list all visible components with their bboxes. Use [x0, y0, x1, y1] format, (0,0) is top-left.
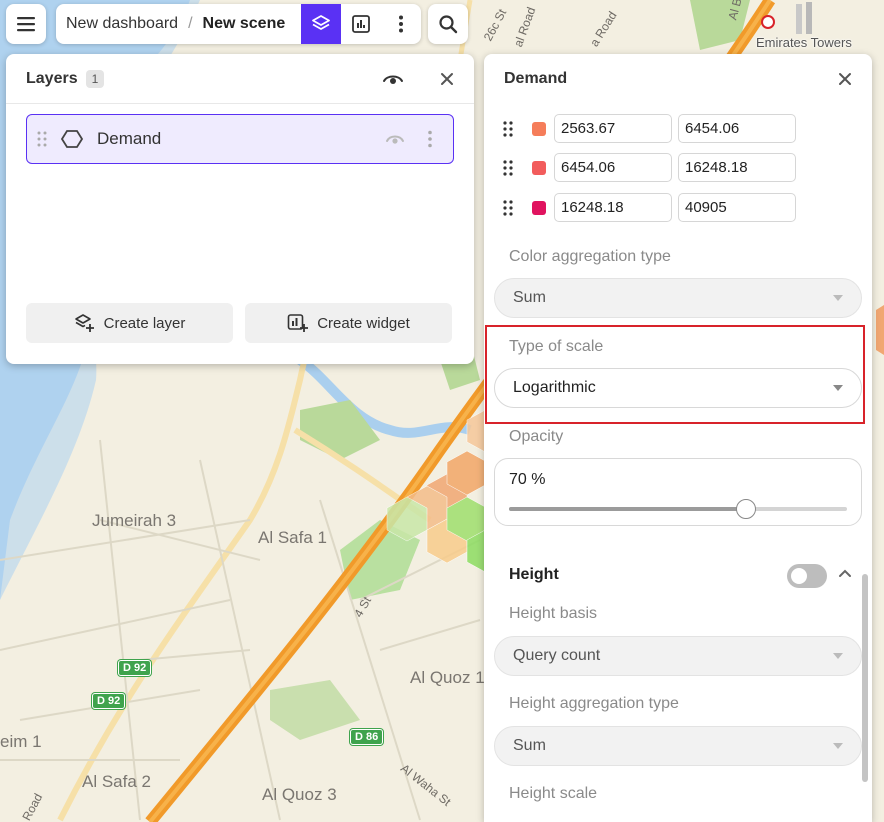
- hamburger-icon: [17, 16, 35, 32]
- search-button[interactable]: [428, 4, 468, 44]
- range-to-input[interactable]: 40905: [678, 193, 796, 222]
- eye-icon[interactable]: [382, 72, 404, 86]
- range-from-input[interactable]: 2563.67: [554, 114, 672, 143]
- height-basis-label: Height basis: [509, 605, 597, 623]
- close-icon[interactable]: [440, 72, 454, 86]
- chevron-down-icon: [833, 743, 843, 749]
- color-aggregation-select[interactable]: Sum: [494, 278, 862, 318]
- map-label-jumeirah3: Jumeirah 3: [92, 511, 176, 531]
- create-layer-button[interactable]: Create layer: [26, 303, 233, 343]
- breadcrumb: New dashboard / New scene: [56, 4, 421, 44]
- breadcrumb-dashboard[interactable]: New dashboard: [56, 15, 186, 33]
- scale-type-select[interactable]: Logarithmic: [494, 368, 862, 408]
- opacity-slider-fill: [509, 507, 746, 511]
- create-widget-label: Create widget: [317, 315, 410, 332]
- map-label-alquoz1: Al Quoz 1: [410, 668, 485, 688]
- opacity-slider-track[interactable]: [509, 507, 847, 511]
- color-swatch[interactable]: [532, 201, 546, 215]
- main-menu-button[interactable]: [6, 4, 46, 44]
- map-label-alquoz3: Al Quoz 3: [262, 785, 337, 805]
- layers-actions: Create layer Create widget: [26, 303, 452, 343]
- layers-toggle-button[interactable]: [301, 4, 341, 44]
- map-label-emirates-towers: Emirates Towers: [756, 35, 852, 50]
- eye-icon[interactable]: [385, 133, 405, 145]
- layers-panel-header: Layers 1: [6, 54, 474, 104]
- height-toggle[interactable]: [787, 564, 827, 588]
- create-layer-label: Create layer: [104, 315, 186, 332]
- breadcrumb-separator: /: [186, 15, 194, 33]
- add-layer-icon: [74, 313, 96, 333]
- color-range-row: 6454.06 16248.18: [500, 153, 802, 182]
- road-shield-d92: D 92: [92, 693, 125, 709]
- scale-type-value: Logarithmic: [513, 379, 596, 397]
- opacity-value[interactable]: 70 %: [509, 471, 545, 489]
- add-widget-icon: [287, 313, 309, 333]
- color-aggregation-value: Sum: [513, 289, 546, 307]
- layer-item-name: Demand: [97, 129, 161, 149]
- drag-handle-icon[interactable]: [500, 121, 516, 137]
- range-from-input[interactable]: 16248.18: [554, 193, 672, 222]
- color-swatch[interactable]: [532, 122, 546, 136]
- map-label-alsafa1: Al Safa 1: [258, 528, 327, 548]
- chart-icon: [351, 14, 371, 34]
- layers-panel-title: Layers: [26, 70, 78, 88]
- settings-scrollbar[interactable]: [862, 574, 868, 782]
- layers-icon: [311, 14, 331, 34]
- height-basis-value: Query count: [513, 647, 600, 665]
- widgets-toggle-button[interactable]: [341, 4, 381, 44]
- settings-panel-header: Demand: [484, 54, 872, 104]
- chevron-down-icon: [833, 295, 843, 301]
- height-scale-label: Height scale: [509, 785, 597, 803]
- range-to-input[interactable]: 16248.18: [678, 153, 796, 182]
- height-aggregation-value: Sum: [513, 737, 546, 755]
- chevron-down-icon: [833, 653, 843, 659]
- range-from-input[interactable]: 6454.06: [554, 153, 672, 182]
- color-range-row: 2563.67 6454.06: [500, 114, 802, 143]
- more-menu-button[interactable]: [381, 4, 421, 44]
- opacity-slider-handle[interactable]: [736, 499, 756, 519]
- road-shield-d86: D 86: [350, 729, 383, 745]
- chevron-down-icon: [833, 385, 843, 391]
- settings-panel-title: Demand: [504, 70, 567, 88]
- search-icon: [438, 14, 458, 34]
- map-label-eim1: eim 1: [0, 732, 42, 752]
- color-range-row: 16248.18 40905: [500, 193, 802, 222]
- layers-panel: Layers 1 Demand: [6, 54, 474, 364]
- create-widget-button[interactable]: Create widget: [245, 303, 452, 343]
- height-aggregation-label: Height aggregation type: [509, 695, 679, 713]
- opacity-control: 70 %: [494, 458, 862, 526]
- opacity-label: Opacity: [509, 428, 563, 446]
- close-icon[interactable]: [838, 72, 852, 86]
- layer-item-demand[interactable]: Demand: [26, 114, 454, 164]
- drag-handle-icon[interactable]: [500, 160, 516, 176]
- color-aggregation-label: Color aggregation type: [509, 248, 671, 266]
- scale-type-label: Type of scale: [509, 338, 603, 356]
- height-section-title: Height: [509, 566, 559, 584]
- kebab-icon: [398, 15, 404, 33]
- road-shield-d92: D 92: [118, 660, 151, 676]
- breadcrumb-scene[interactable]: New scene: [195, 15, 302, 33]
- hexagon-icon: [61, 129, 83, 149]
- drag-handle-icon[interactable]: [37, 131, 47, 147]
- chevron-up-icon[interactable]: [838, 568, 852, 578]
- kebab-icon[interactable]: [427, 130, 433, 148]
- range-to-input[interactable]: 6454.06: [678, 114, 796, 143]
- drag-handle-icon[interactable]: [500, 200, 516, 216]
- color-swatch[interactable]: [532, 161, 546, 175]
- layers-count-badge: 1: [86, 70, 105, 88]
- height-basis-select[interactable]: Query count: [494, 636, 862, 676]
- height-aggregation-select[interactable]: Sum: [494, 726, 862, 766]
- map-label-alsafa2: Al Safa 2: [82, 772, 151, 792]
- layer-settings-panel: Demand 2563.67 6454.06 6454.06 16248.18 …: [484, 54, 872, 822]
